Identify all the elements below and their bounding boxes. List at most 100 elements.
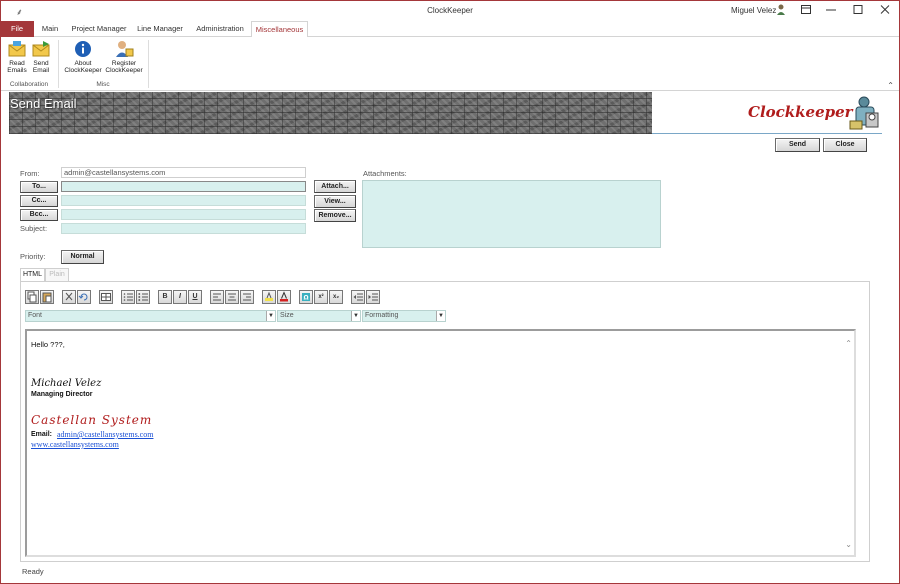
undo-icon[interactable]: [77, 290, 91, 304]
font-select[interactable]: Font ▼: [25, 310, 276, 322]
font-color-icon[interactable]: [277, 290, 291, 304]
send-email-label-1: Send: [33, 60, 49, 67]
chevron-down-icon[interactable]: ▼: [436, 311, 445, 321]
formatting-select-value: Formatting: [365, 312, 399, 319]
bcc-button[interactable]: Bcc...: [20, 209, 58, 221]
italic-icon[interactable]: I: [173, 290, 187, 304]
chevron-down-icon[interactable]: ▼: [266, 311, 275, 321]
font-select-value: Font: [28, 312, 43, 319]
bold-icon[interactable]: B: [158, 290, 172, 304]
attachments-list[interactable]: [362, 180, 661, 248]
tab-plain[interactable]: Plain: [45, 268, 69, 281]
register-clockkeeper-button[interactable]: Register ClockKeeper: [104, 40, 144, 74]
size-select[interactable]: Size ▼: [277, 310, 361, 322]
send-button[interactable]: Send: [775, 138, 820, 152]
collapse-ribbon-icon[interactable]: ⌃: [887, 81, 894, 90]
view-button[interactable]: View...: [314, 195, 356, 208]
about-label-2: ClockKeeper: [64, 67, 102, 74]
register-label-1: Register: [111, 60, 137, 67]
tab-line-manager[interactable]: Line Manager: [133, 21, 187, 37]
send-email-icon: [32, 41, 50, 57]
tab-miscellaneous[interactable]: Miscellaneous: [251, 21, 308, 38]
cc-button[interactable]: Cc...: [20, 195, 58, 207]
register-user-icon: [116, 41, 134, 57]
underline-icon[interactable]: U: [188, 290, 202, 304]
logo-text: Clockkeeper: [748, 103, 853, 121]
tab-project-manager[interactable]: Project Manager: [68, 21, 130, 37]
cut-icon[interactable]: [62, 290, 76, 304]
ribbon: Read Emails Send Email Collaboration Abo…: [0, 37, 900, 91]
group-label-collaboration: Collaboration: [9, 81, 49, 88]
indent-icon[interactable]: [366, 290, 380, 304]
ribbon-tab-bar: File Main Project Manager Line Manager A…: [0, 21, 900, 38]
align-center-icon[interactable]: [225, 290, 239, 304]
scroll-down-icon[interactable]: ⌄: [845, 540, 852, 549]
header-divider: [652, 133, 882, 134]
superscript-icon[interactable]: x²: [314, 290, 328, 304]
ordered-list-icon[interactable]: [121, 290, 135, 304]
attach-button[interactable]: Attach...: [314, 180, 356, 193]
priority-button[interactable]: Normal: [61, 250, 104, 264]
subscript-icon[interactable]: x₂: [329, 290, 343, 304]
signature-email-link[interactable]: admin@castellansystems.com: [57, 430, 153, 439]
signature-role: Managing Director: [31, 391, 93, 398]
from-label: From:: [20, 169, 40, 178]
group-label-misc: Misc: [96, 81, 110, 88]
title-bar: ⸙ ClockKeeper Miguel Velez: [0, 0, 900, 21]
to-field[interactable]: [61, 181, 306, 192]
from-field[interactable]: admin@castellansystems.com: [61, 167, 306, 178]
paste-icon[interactable]: [40, 290, 54, 304]
clockkeeper-logo-icon: [849, 96, 879, 130]
send-email-label-2: Email: [32, 67, 50, 74]
send-email-button[interactable]: Send Email: [30, 40, 52, 74]
form-title: Send Email: [10, 96, 77, 111]
tab-main[interactable]: Main: [36, 21, 64, 37]
scroll-up-icon[interactable]: ⌃: [845, 339, 852, 348]
align-right-icon[interactable]: [240, 290, 254, 304]
about-clockkeeper-button[interactable]: About ClockKeeper: [62, 40, 104, 74]
read-emails-label-1: Read: [9, 60, 25, 67]
close-window-icon[interactable]: [874, 2, 896, 18]
user-avatar-icon[interactable]: [776, 4, 786, 15]
about-label-1: About: [74, 60, 92, 67]
signature-website-link[interactable]: www.castellansystems.com: [31, 440, 119, 449]
maximize-icon[interactable]: [847, 2, 869, 18]
tab-administration[interactable]: Administration: [191, 21, 249, 37]
group-separator: [148, 40, 149, 88]
bcc-field[interactable]: [61, 209, 306, 220]
svg-text:Ω: Ω: [303, 295, 308, 302]
attachments-label: Attachments:: [363, 169, 407, 178]
message-body-editor[interactable]: ⌃ ⌄: [25, 329, 856, 557]
highlight-icon[interactable]: [262, 290, 276, 304]
info-icon: [75, 41, 91, 57]
remove-button[interactable]: Remove...: [314, 209, 356, 222]
signature-company: Castellan System: [31, 413, 153, 427]
copy-icon[interactable]: [25, 290, 39, 304]
align-left-icon[interactable]: [210, 290, 224, 304]
special-char-icon[interactable]: Ω: [299, 290, 313, 304]
read-emails-button[interactable]: Read Emails: [5, 40, 29, 74]
read-emails-icon: [8, 41, 26, 57]
body-greeting: Hello ???,: [31, 340, 65, 349]
user-name[interactable]: Miguel Velez: [731, 6, 776, 15]
signature-email-label: Email:: [31, 431, 53, 438]
outdent-icon[interactable]: [351, 290, 365, 304]
unordered-list-icon[interactable]: [136, 290, 150, 304]
status-bar-text: Ready: [22, 567, 44, 576]
minimize-icon[interactable]: [820, 2, 842, 18]
chevron-down-icon[interactable]: ▼: [351, 311, 360, 321]
subject-field[interactable]: [61, 223, 306, 234]
formatting-select[interactable]: Formatting ▼: [362, 310, 446, 322]
cc-field[interactable]: [61, 195, 306, 206]
tab-html[interactable]: HTML: [20, 268, 45, 281]
tab-file[interactable]: File: [0, 21, 34, 37]
subject-label: Subject:: [20, 224, 48, 233]
ribbon-display-options-icon[interactable]: [795, 2, 817, 18]
table-icon[interactable]: [99, 290, 113, 304]
read-emails-label-2: Emails: [7, 67, 27, 74]
register-label-2: ClockKeeper: [105, 67, 143, 74]
header-banner: [9, 92, 652, 134]
signature-name: Michael Velez: [31, 378, 102, 389]
to-button[interactable]: To...: [20, 181, 58, 193]
close-button[interactable]: Close: [823, 138, 867, 152]
